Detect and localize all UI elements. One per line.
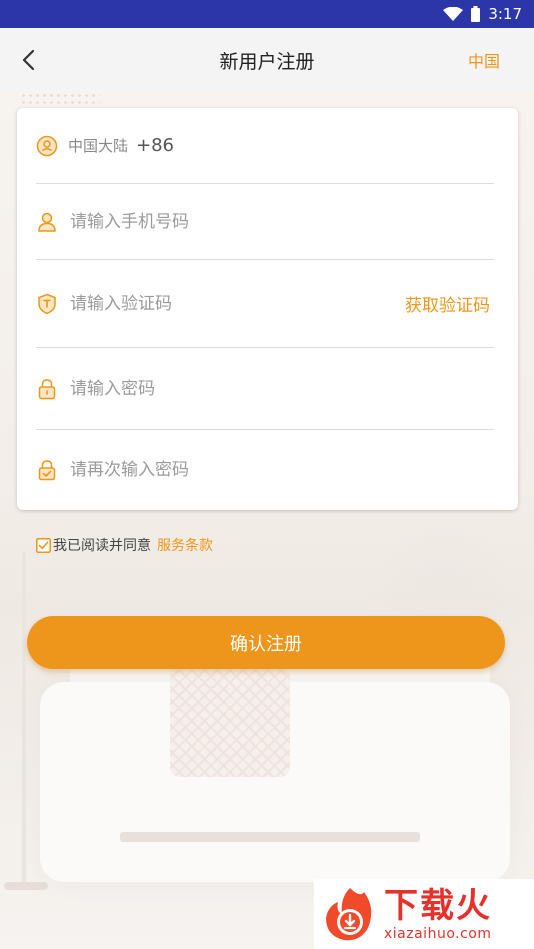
wifi-icon xyxy=(443,7,464,21)
battery-icon xyxy=(471,6,481,22)
watermark-en: xiazaihuo.com xyxy=(384,926,492,942)
watermark-cn: 下载火 xyxy=(384,886,492,926)
location-badge-icon xyxy=(36,135,58,156)
country-label[interactable]: 中国大陆 xyxy=(68,135,128,156)
watermark-text: 下载火 xiazaihuo.com xyxy=(384,886,492,942)
lock-check-icon xyxy=(38,460,56,481)
country-row[interactable]: 中国大陆 +86 xyxy=(36,108,494,184)
agreement-row: 我已阅读并同意 服务条款 xyxy=(36,535,213,555)
status-time: 3:17 xyxy=(488,5,522,23)
password-input[interactable] xyxy=(70,378,494,399)
shield-icon xyxy=(38,293,56,314)
register-form-card: 中国大陆 +86 获取验证码 xyxy=(17,108,518,510)
lamp-base-decoration xyxy=(4,882,48,890)
password-confirm-input[interactable] xyxy=(70,460,494,480)
table-decoration xyxy=(120,832,420,842)
pillow-decoration xyxy=(170,667,290,777)
chevron-left-icon[interactable] xyxy=(16,46,44,74)
phone-row xyxy=(36,184,494,260)
lamp-decoration xyxy=(22,552,26,882)
password-confirm-row xyxy=(36,430,494,510)
get-code-button[interactable]: 获取验证码 xyxy=(405,291,490,316)
status-bar: 3:17 xyxy=(0,0,534,28)
country-code[interactable]: +86 xyxy=(136,135,174,156)
lock-icon xyxy=(38,378,56,399)
terms-link[interactable]: 服务条款 xyxy=(157,535,213,555)
page-title: 新用户注册 xyxy=(219,50,315,73)
region-selector[interactable]: 中国 xyxy=(468,48,500,72)
title-bar: 新用户注册 中国 xyxy=(0,28,534,92)
verify-code-input[interactable] xyxy=(70,293,405,314)
flame-download-logo-icon xyxy=(326,888,372,941)
user-icon xyxy=(38,212,56,232)
phone-input[interactable] xyxy=(70,211,494,232)
watermark: 下载火 xiazaihuo.com xyxy=(314,879,534,949)
confirm-register-button[interactable]: 确认注册 xyxy=(27,616,505,669)
verify-row: 获取验证码 xyxy=(36,260,494,348)
password-row xyxy=(36,348,494,430)
agreement-checkbox[interactable] xyxy=(36,537,51,553)
agreement-text: 我已阅读并同意 xyxy=(53,538,151,554)
